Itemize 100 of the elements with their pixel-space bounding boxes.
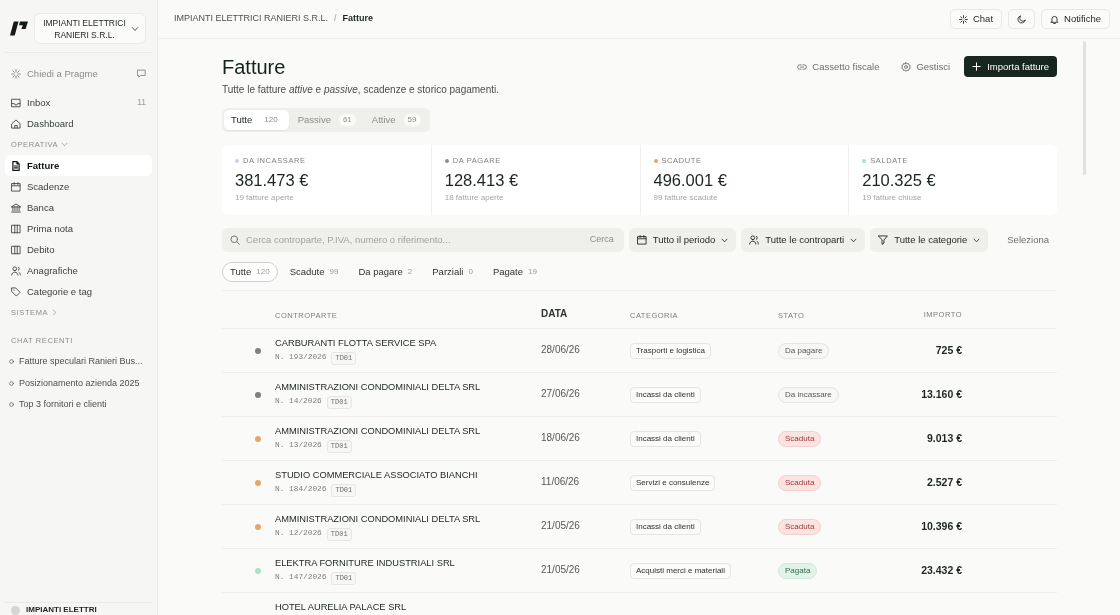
people-icon	[749, 235, 760, 245]
ring-icon	[9, 402, 14, 408]
summary-note: 19 fatture aperte	[235, 193, 295, 203]
recent-chat-link[interactable]: Top 3 fornitori e clienti	[5, 394, 152, 416]
sparkle-icon	[958, 14, 968, 24]
recent-chat-link[interactable]: Fatture speculari Ranieri Bus...	[5, 351, 152, 373]
sidebar-item[interactable]: Prima nota	[5, 218, 152, 239]
ledger-icon	[11, 244, 21, 255]
status-badge: Pagata	[778, 562, 818, 579]
toolbar-link[interactable]: Cassetto fiscale	[797, 56, 880, 77]
people-icon	[11, 265, 21, 276]
summary-value: 381.473 €	[235, 170, 310, 190]
status-badge: Scaduta	[778, 430, 822, 447]
summary-value: 210.325 €	[862, 170, 937, 190]
counterparty-name: HOTEL AURELIA PALACE SRL	[275, 602, 407, 612]
sidebar-item[interactable]: Fatture	[5, 155, 152, 176]
invoice-amount: 10.396 €	[921, 519, 962, 532]
plus-icon	[972, 62, 982, 71]
chevron-down-icon	[721, 236, 729, 244]
sidebar-item[interactable]: Scadenze	[5, 176, 152, 197]
sidebar-item[interactable]: Anagrafiche	[5, 260, 152, 281]
category-tag: Trasporti e logistica	[630, 342, 712, 359]
chevron-down-icon	[850, 236, 858, 244]
logo-icon	[10, 21, 28, 36]
link-icon	[797, 61, 808, 72]
counterparty-name: AMMINISTRAZIONI CONDOMINIALI DELTA SRL	[275, 513, 481, 524]
page-subtitle: Tutte le fatture attive e passive, scadenze e storico pagamenti.	[222, 83, 500, 96]
invoice-date: 18/06/26	[541, 432, 580, 444]
filter-dropdown[interactable]: Tutte le controparti	[741, 228, 866, 252]
theme-toggle-button[interactable]	[1008, 9, 1036, 29]
sparkle-icon	[11, 68, 21, 79]
status-badge: Da pagare	[778, 342, 830, 359]
invoice-amount: 9.013 €	[926, 431, 962, 444]
sidebar-item[interactable]: Inbox 11	[5, 92, 152, 113]
avatar-icon	[11, 605, 20, 615]
summary-note: 19 fatture chiuse	[862, 193, 923, 203]
chevron-down-icon	[973, 236, 981, 244]
invoice-amount: 725 €	[935, 343, 962, 356]
invoice-amount: 23.432 €	[921, 563, 962, 576]
filter-icon	[878, 235, 889, 245]
summary-value: 496.001 €	[653, 170, 728, 190]
category-tag: Incassi da clienti	[630, 518, 701, 535]
bank-icon	[11, 202, 21, 213]
calendar-icon	[636, 235, 647, 245]
category-tag: Servizi e consulenze	[630, 474, 716, 491]
ring-icon	[9, 380, 14, 386]
breadcrumb-separator: /	[334, 13, 337, 25]
chat-bubble-icon	[137, 69, 146, 78]
moon-icon	[1017, 14, 1027, 24]
counterparty-name: CARBURANTI FLOTTA SERVICE SPA	[275, 337, 437, 348]
counterparty-name: AMMINISTRAZIONI CONDOMINIALI DELTA SRL	[275, 381, 481, 392]
bell-icon	[1050, 14, 1060, 24]
status-filter-tab[interactable]: Scadute 99	[281, 262, 347, 282]
sidebar-item[interactable]: Categorie e tag	[5, 281, 152, 302]
invoice-amount: 13.160 €	[921, 387, 962, 400]
column-header[interactable]: DATA	[541, 308, 568, 320]
company-switcher[interactable]: IMPIANTI ELETTRICI RANIERI S.R.L.	[34, 13, 146, 44]
calendar-icon	[11, 181, 21, 192]
type-tab[interactable]: Tutte 120	[224, 110, 289, 130]
status-filter-tab[interactable]: Tutte 120	[222, 262, 278, 282]
breadcrumb-link[interactable]: IMPIANTI ELETTRICI RANIERI S.R.L.	[174, 13, 329, 25]
select-button[interactable]: Seleziona	[999, 228, 1057, 252]
notifications-button[interactable]: Notifiche	[1041, 9, 1110, 29]
invoice-amount: 2.527 €	[926, 475, 962, 488]
counterparty-name: AMMINISTRAZIONI CONDOMINIALI DELTA SRL	[275, 425, 481, 436]
summary-note: 18 fatture aperte	[444, 193, 505, 203]
category-tag: Incassi da clienti	[630, 430, 701, 447]
status-filter-tab[interactable]: Pagate 19	[484, 262, 545, 282]
tag-icon	[11, 286, 21, 297]
recent-chat-link[interactable]: Posizionamento azienda 2025	[5, 372, 152, 394]
filter-dropdown[interactable]: Tutto il periodo	[628, 228, 737, 252]
import-button[interactable]: Importa fatture	[964, 56, 1057, 77]
status-badge: Scaduta	[778, 474, 822, 491]
status-filter-tab[interactable]: Parziali 0	[424, 262, 481, 282]
invoice-date: 21/05/26	[541, 564, 580, 576]
home-icon	[11, 118, 21, 129]
status-badge: Scaduta	[778, 518, 822, 535]
category-tag: Incassi da clienti	[630, 386, 701, 403]
search-icon	[230, 235, 240, 245]
sidebar-item[interactable]: Debito	[5, 239, 152, 260]
filter-dropdown[interactable]: Tutte le categorie	[870, 228, 989, 252]
breadcrumb-current: Fatture	[342, 13, 374, 25]
summary-note: 99 fatture scadute	[653, 193, 719, 203]
inbox-icon	[11, 97, 21, 108]
toolbar-link[interactable]: Gestisci	[901, 56, 951, 77]
sidebar-item[interactable]: Banca	[5, 197, 152, 218]
status-badge: Da incassare	[778, 386, 839, 403]
invoice-date: 28/06/26	[541, 344, 580, 356]
account-button[interactable]: IMPIANTI ELETTRI	[11, 605, 97, 615]
gear-icon	[901, 61, 912, 72]
invoice-date: 11/06/26	[541, 476, 580, 488]
status-filter-tab[interactable]: Da pagare 2	[350, 262, 421, 282]
chat-button[interactable]: Chat	[949, 9, 1003, 29]
invoice-date: 27/06/26	[541, 388, 580, 400]
page-title: Fatture	[222, 56, 287, 78]
category-tag: Acquisti merci e materiali	[630, 562, 731, 579]
invoice-date: 21/05/26	[541, 520, 580, 532]
ring-icon	[9, 359, 14, 365]
document-icon	[11, 160, 21, 171]
sidebar-item[interactable]: Dashboard	[5, 113, 152, 134]
